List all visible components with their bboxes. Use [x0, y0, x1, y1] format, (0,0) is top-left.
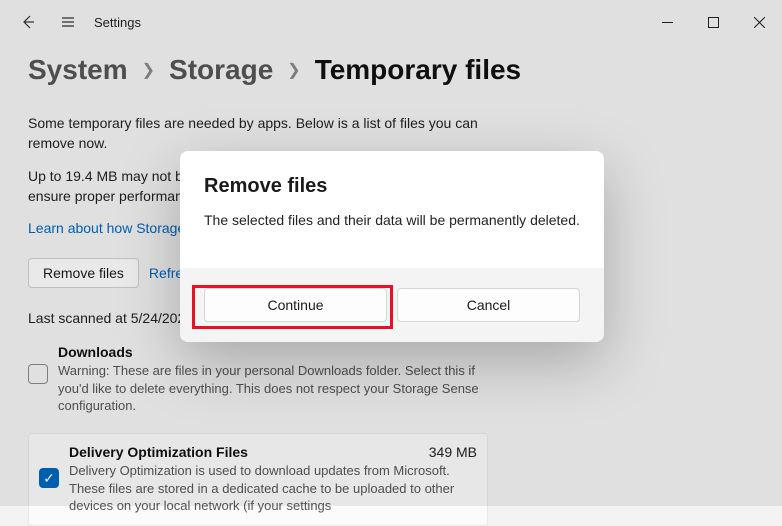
dialog-message: The selected files and their data will b…	[204, 212, 580, 228]
dialog-title: Remove files	[204, 175, 580, 198]
continue-button[interactable]: Continue	[204, 288, 387, 322]
remove-files-dialog: Remove files The selected files and thei…	[180, 151, 604, 342]
cancel-button[interactable]: Cancel	[397, 288, 580, 322]
